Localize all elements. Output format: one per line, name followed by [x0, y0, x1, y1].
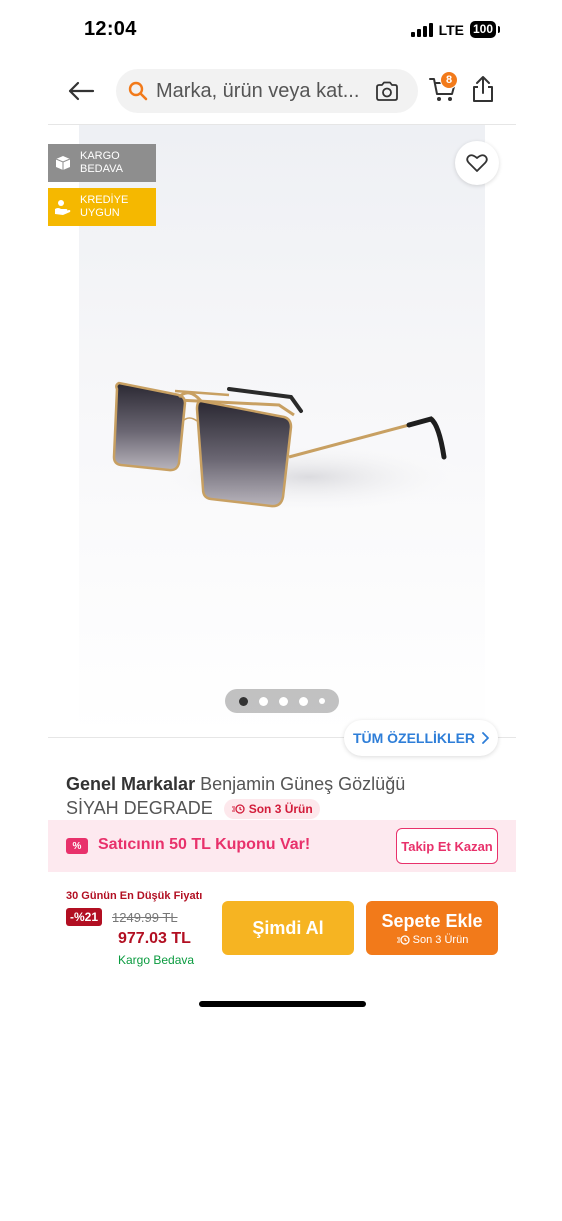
product-title: Genel Markalar Benjamin Güneş Gözlüğü Sİ… [66, 772, 486, 820]
stock-label: Son 3 Ürün [248, 802, 313, 817]
old-price: 1249.99 TL [112, 909, 178, 925]
credit-hand-icon [54, 198, 72, 216]
coupon-banner[interactable]: % Satıcının 50 TL Kuponu Var! Takip Et K… [48, 820, 516, 872]
product-variant: SİYAH DEGRADE [66, 798, 213, 818]
status-bar: 12:04 LTE 100 [0, 0, 562, 60]
top-header: 8 [0, 60, 562, 124]
home-indicator[interactable] [199, 1001, 366, 1007]
credit-badge: KREDİYE UYGUN [48, 188, 156, 226]
price-row: -%21 1249.99 TL [66, 908, 216, 926]
all-features-label: TÜM ÖZELLİKLER [352, 730, 476, 746]
buy-now-button[interactable]: Şimdi Al [222, 901, 354, 955]
back-button[interactable] [64, 74, 98, 108]
follow-earn-button[interactable]: Takip Et Kazan [396, 828, 498, 864]
status-indicators: LTE 100 [410, 21, 501, 38]
search-icon [128, 80, 150, 102]
add-to-cart-sub: Son 3 Ürün [396, 933, 469, 946]
status-time: 12:04 [84, 18, 137, 40]
free-cargo-label: KARGO BEDAVA [80, 150, 123, 176]
network-label: LTE [438, 21, 464, 38]
credit-label: KREDİYE UYGUN [80, 194, 128, 220]
add-to-cart-button[interactable]: Sepete Ekle Son 3 Ürün [366, 901, 498, 955]
current-price: 977.03 TL [118, 930, 191, 947]
price-area: 30 Günün En Düşük Fiyatı -%21 1249.99 TL… [66, 890, 216, 967]
product-gallery[interactable]: KARGO BEDAVA KREDİYE UYGUN [48, 125, 516, 737]
free-cargo-line2: BEDAVA [80, 163, 123, 175]
box-icon [54, 154, 72, 172]
search-input[interactable] [156, 79, 370, 103]
gallery-pagination [225, 689, 339, 713]
share-button[interactable] [471, 75, 495, 103]
credit-line1: KREDİYE [80, 194, 129, 206]
signal-icon [410, 22, 433, 37]
cart-count-badge: 8 [440, 71, 458, 89]
gallery-dot[interactable] [259, 696, 268, 706]
lowest-price-label: 30 Günün En Düşük Fiyatı [66, 890, 203, 902]
stock-badge: Son 3 Ürün [223, 799, 320, 820]
free-cargo-text: Kargo Bedava [118, 953, 195, 967]
add-to-cart-stock: Son 3 Ürün [412, 933, 469, 946]
add-to-cart-label: Sepete Ekle [381, 910, 483, 931]
clock-icon [231, 804, 245, 814]
gallery-dot[interactable] [239, 696, 248, 706]
gallery-dot[interactable] [299, 696, 308, 706]
camera-icon[interactable] [374, 78, 400, 104]
favorite-button[interactable] [455, 141, 499, 185]
free-cargo-badge: KARGO BEDAVA [48, 144, 156, 182]
chevron-right-icon [482, 732, 489, 744]
product-name: Benjamin Güneş Gözlüğü [200, 774, 406, 794]
battery-icon: 100 [469, 21, 501, 38]
gallery-dot[interactable] [319, 698, 325, 704]
search-box[interactable] [116, 69, 418, 113]
back-arrow-icon [68, 81, 95, 101]
product-brand[interactable]: Genel Markalar [66, 774, 195, 794]
coupon-text: Satıcının 50 TL Kuponu Var! [98, 836, 311, 853]
credit-line2: UYGUN [80, 207, 120, 219]
all-features-button[interactable]: TÜM ÖZELLİKLER [344, 720, 498, 756]
share-icon [473, 76, 493, 102]
gallery-dot[interactable] [279, 696, 288, 706]
coupon-icon: % [66, 838, 88, 854]
free-cargo-line1: KARGO [80, 150, 120, 162]
heart-icon [466, 154, 488, 172]
discount-badge: -%21 [66, 908, 103, 926]
clock-icon [396, 934, 410, 945]
